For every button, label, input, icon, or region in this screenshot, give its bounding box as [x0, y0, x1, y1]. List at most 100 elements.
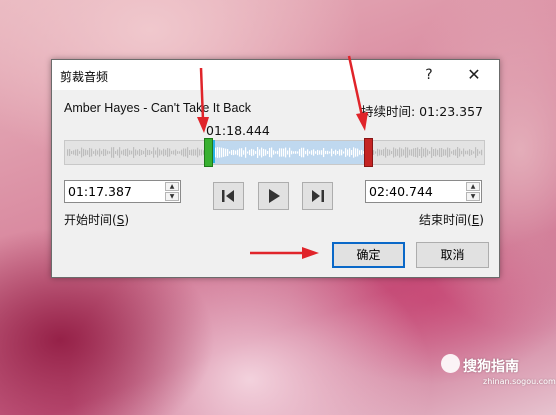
waveform-bar: [405, 147, 407, 158]
end-time-label-close: ): [479, 213, 484, 227]
next-frame-button[interactable]: [302, 182, 333, 210]
waveform-bar: [129, 150, 131, 155]
waveform-bar: [473, 151, 475, 154]
start-time-down-button[interactable]: ▼: [165, 192, 179, 201]
waveform-bar: [403, 149, 405, 156]
waveform-bar: [277, 150, 279, 155]
current-time: 01:18.444: [206, 123, 270, 138]
waveform-bar: [243, 150, 245, 155]
waveform-bar: [153, 147, 155, 158]
waveform-bar: [103, 148, 105, 157]
waveform-bar: [303, 147, 305, 158]
previous-frame-button[interactable]: [213, 182, 244, 210]
duration-label: 持续时间: 01:23.357: [360, 104, 483, 119]
waveform-bar: [475, 147, 477, 158]
waveform-bar: [89, 147, 91, 158]
waveform-bar: [393, 147, 395, 158]
play-button[interactable]: [258, 182, 289, 210]
start-time-label-close: ): [124, 213, 129, 227]
waveform-bar: [191, 149, 193, 156]
waveform-bar: [373, 150, 375, 155]
waveform-bar: [107, 150, 109, 155]
waveform-bar: [295, 151, 297, 154]
waveform-bar: [71, 150, 73, 155]
waveform-bar: [437, 149, 439, 156]
waveform-bar: [321, 150, 323, 155]
waveform-bar: [337, 151, 339, 154]
waveform-bar: [261, 147, 263, 158]
waveform-bar: [237, 149, 239, 156]
song-title: Amber Hayes - Can't Take It Back: [64, 101, 251, 115]
watermark-url: zhinan.sogou.com: [483, 377, 556, 386]
waveform-bar: [327, 150, 329, 155]
waveform-bar: [147, 149, 149, 156]
close-button[interactable]: ✕: [463, 64, 485, 86]
waveform-bar: [79, 151, 81, 154]
waveform-bar: [325, 150, 327, 155]
waveform-bar: [289, 147, 291, 158]
waveform-bar: [93, 151, 95, 154]
waveform-bar: [83, 148, 85, 157]
waveform-bar: [279, 148, 281, 157]
waveform-bar: [283, 148, 285, 157]
waveform-bar: [271, 147, 273, 158]
playhead[interactable]: [213, 140, 215, 163]
waveform-bar: [309, 151, 311, 154]
waveform-bar: [117, 149, 119, 156]
start-marker-handle[interactable]: [204, 138, 213, 167]
waveform-bar: [239, 148, 241, 157]
waveform-bar: [331, 148, 333, 157]
waveform-bar: [459, 148, 461, 157]
end-time-input[interactable]: [366, 181, 470, 202]
waveform-bar: [313, 149, 315, 156]
waveform-bar: [179, 151, 181, 154]
waveform-bar: [77, 149, 79, 156]
waveform-bar: [101, 150, 103, 155]
waveform-bar: [311, 150, 313, 155]
help-button[interactable]: ?: [418, 64, 440, 86]
start-time-up-button[interactable]: ▲: [165, 182, 179, 191]
waveform-bar: [115, 150, 117, 155]
waveform-bar: [225, 148, 227, 157]
waveform-bar: [253, 149, 255, 156]
waveform-bar: [385, 147, 387, 158]
waveform-bar: [233, 149, 235, 156]
waveform-bar: [189, 150, 191, 155]
waveform-bar: [397, 149, 399, 156]
sogou-watermark: 搜狗指南 zhinan.sogou.com: [441, 354, 556, 386]
waveform-bar: [151, 151, 153, 154]
waveform-bar: [141, 150, 143, 155]
waveform-bar: [259, 149, 261, 156]
end-marker-handle[interactable]: [364, 138, 373, 167]
start-time-stepper[interactable]: ▲ ▼: [64, 180, 181, 203]
waveform-bar: [423, 148, 425, 157]
end-time-up-button[interactable]: ▲: [466, 182, 480, 191]
waveform-bar: [427, 149, 429, 156]
start-time-input[interactable]: [65, 181, 169, 202]
waveform-bar: [409, 149, 411, 156]
waveform-bar: [201, 149, 203, 156]
end-time-stepper[interactable]: ▲ ▼: [365, 180, 482, 203]
waveform-bar: [429, 151, 431, 154]
waveform-bar: [347, 149, 349, 156]
waveform-bar: [125, 149, 127, 156]
waveform-bar: [339, 149, 341, 156]
waveform-bar: [461, 150, 463, 155]
cancel-button[interactable]: 取消: [416, 242, 489, 268]
audio-waveform[interactable]: [64, 140, 485, 165]
waveform-bar: [419, 149, 421, 156]
waveform-bar: [97, 150, 99, 155]
waveform-bar: [443, 149, 445, 156]
waveform-bar: [143, 150, 145, 155]
waveform-bar: [149, 149, 151, 156]
waveform-bar: [351, 149, 353, 156]
waveform-bar: [391, 150, 393, 155]
waveform-bar: [91, 148, 93, 157]
ok-button[interactable]: 确定: [332, 242, 405, 268]
waveform-bar: [335, 149, 337, 156]
end-time-down-button[interactable]: ▼: [466, 192, 480, 201]
waveform-bar: [465, 150, 467, 155]
waveform-bar: [355, 148, 357, 157]
waveform-bar: [319, 150, 321, 155]
waveform-bar: [217, 147, 219, 158]
